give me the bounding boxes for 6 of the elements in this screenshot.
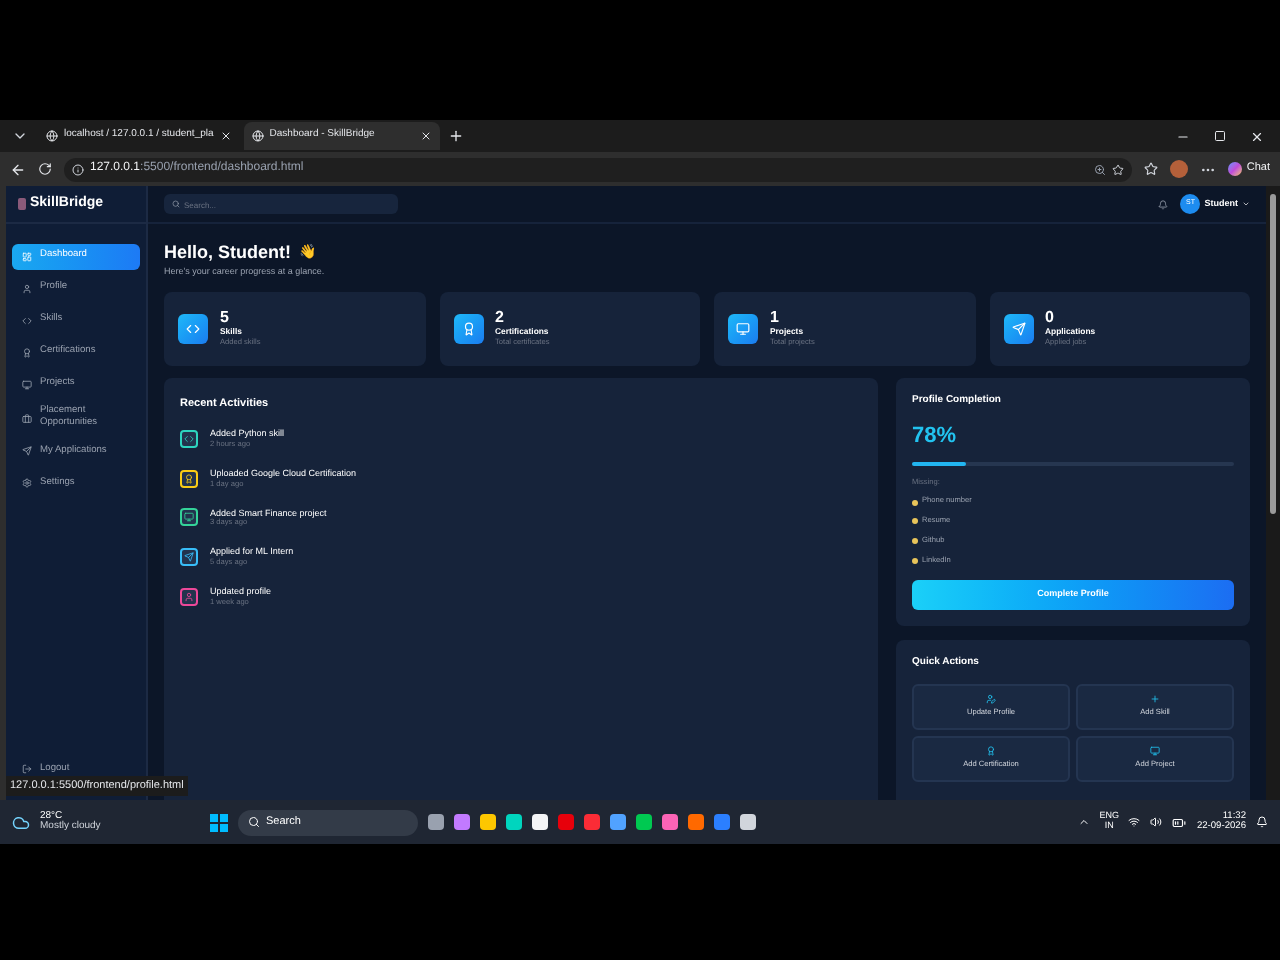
stat-value: 1 — [770, 310, 781, 328]
greeting-title: Hello, Student! — [164, 244, 291, 262]
stat-value: 0 — [1045, 310, 1056, 328]
completion-percent: 78% — [912, 422, 959, 453]
stat-value: 2 — [495, 310, 506, 328]
stat-value: 5 — [220, 310, 231, 328]
